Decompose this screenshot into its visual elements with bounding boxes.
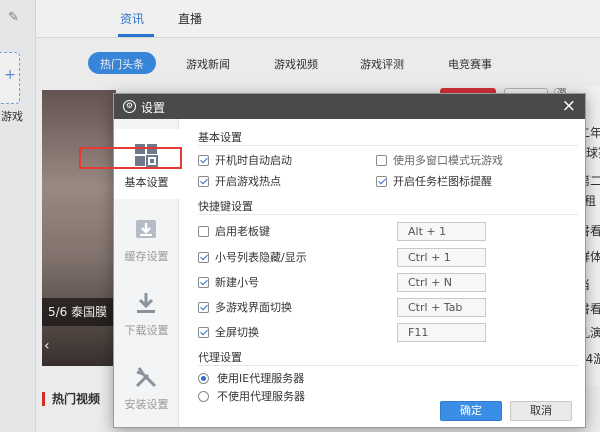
cache-settings-icon (136, 220, 156, 238)
game-hotspot-checkbox[interactable] (198, 175, 209, 187)
option-label: 多游戏界面切换 (215, 301, 292, 314)
alt-list-checkbox[interactable] (198, 251, 209, 263)
boss-key-field[interactable]: Alt + 1 (397, 222, 486, 241)
option-label: 开机时自动启动 (215, 154, 292, 167)
option-label: 使用IE代理服务器 (217, 372, 305, 385)
switch-game-checkbox[interactable] (198, 301, 209, 313)
option-taskbar-reminder[interactable]: 开启任务栏图标提醒 (376, 173, 492, 189)
option-label: 不使用代理服务器 (217, 390, 305, 403)
download-settings-icon (137, 293, 155, 313)
option-label: 小号列表隐藏/显示 (215, 251, 307, 264)
sidebar-label: 基本设置 (124, 176, 169, 189)
taskbar-reminder-checkbox[interactable] (376, 175, 387, 187)
option-label: 开启任务栏图标提醒 (393, 175, 492, 188)
dialog-titlebar[interactable]: ⚙ 设置 × (114, 94, 585, 119)
sidebar-label: 安装设置 (124, 398, 169, 411)
option-game-hotspot[interactable]: 开启游戏热点 (198, 173, 281, 189)
settings-dialog: ⚙ 设置 × 基本设置 缓存设置 下载设置 安装设置 基本设置 开机时自动启动 … (113, 93, 586, 428)
no-proxy-radio[interactable] (198, 390, 209, 402)
dialog-title: 设置 (141, 101, 166, 115)
option-label: 开启游戏热点 (215, 175, 281, 188)
ok-button[interactable]: 确定 (440, 401, 502, 421)
hotkey-row-new-alt[interactable]: 新建小号 (198, 274, 259, 290)
sidebar-item-cache[interactable]: 缓存设置 (114, 203, 179, 273)
hotkey-row-fullscreen[interactable]: 全屏切换 (198, 324, 259, 340)
option-multi-window[interactable]: 使用多窗口模式玩游戏 (376, 152, 503, 168)
section-title-hotkeys: 快捷键设置 (198, 200, 253, 213)
switch-game-key-field[interactable]: Ctrl + Tab (397, 298, 486, 317)
settings-content: 基本设置 开机时自动启动 使用多窗口模式玩游戏 开启游戏热点 开启任务栏图标提醒… (180, 119, 585, 427)
highlight-annotation (79, 147, 182, 169)
settings-gear-icon: ⚙ (123, 100, 136, 113)
option-label: 使用多窗口模式玩游戏 (393, 154, 503, 167)
alt-list-key-field[interactable]: Ctrl + 1 (397, 248, 486, 267)
sidebar-label: 下载设置 (124, 324, 169, 337)
sidebar-label: 缓存设置 (124, 250, 169, 263)
section-title-basic: 基本设置 (198, 131, 242, 144)
fullscreen-key-field[interactable]: F11 (397, 323, 486, 342)
boss-key-checkbox[interactable] (198, 225, 209, 237)
multi-window-checkbox[interactable] (376, 154, 387, 166)
new-alt-key-field[interactable]: Ctrl + N (397, 273, 486, 292)
hotkey-row-boss[interactable]: 启用老板键 (198, 223, 270, 239)
close-icon[interactable]: × (562, 96, 576, 116)
sidebar-item-install[interactable]: 安装设置 (114, 351, 179, 421)
divider (198, 365, 578, 366)
new-alt-checkbox[interactable] (198, 276, 209, 288)
cancel-button[interactable]: 取消 (510, 401, 572, 421)
proxy-none[interactable]: 不使用代理服务器 (198, 388, 305, 404)
section-title-proxy: 代理设置 (198, 351, 242, 364)
hotkey-row-alt-list[interactable]: 小号列表隐藏/显示 (198, 249, 307, 265)
use-ie-proxy-radio[interactable] (198, 372, 209, 384)
divider (198, 214, 578, 215)
auto-start-checkbox[interactable] (198, 154, 209, 166)
install-settings-icon (135, 367, 157, 388)
option-label: 启用老板键 (215, 225, 270, 238)
option-auto-start[interactable]: 开机时自动启动 (198, 152, 292, 168)
option-label: 全屏切换 (215, 326, 259, 339)
hotkey-row-switch-game[interactable]: 多游戏界面切换 (198, 299, 292, 315)
option-label: 新建小号 (215, 276, 259, 289)
proxy-use-ie[interactable]: 使用IE代理服务器 (198, 370, 304, 386)
sidebar-item-download[interactable]: 下载设置 (114, 277, 179, 347)
divider (198, 145, 578, 146)
fullscreen-checkbox[interactable] (198, 326, 209, 338)
